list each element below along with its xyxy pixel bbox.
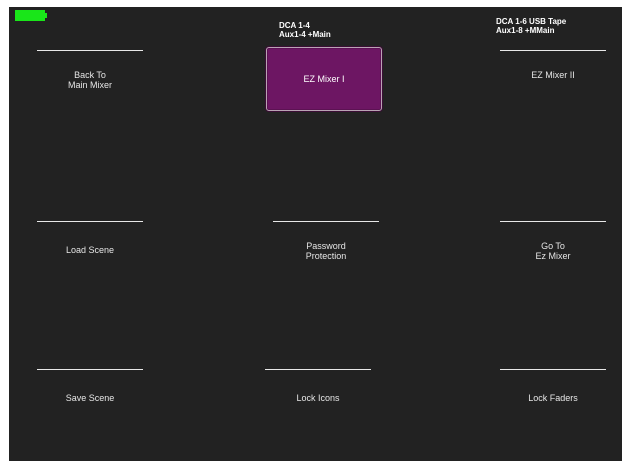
dca-header-right: DCA 1-6 USB Tape Aux1-8 +MMain (496, 17, 566, 35)
save-scene-button[interactable]: Save Scene (37, 369, 143, 419)
button-underline (37, 221, 143, 222)
lock-faders-button[interactable]: Lock Faders (500, 369, 606, 419)
load-scene-button[interactable]: Load Scene (37, 221, 143, 281)
lock-icons-button[interactable]: Lock Icons (265, 369, 371, 419)
dca-header-right-line1: DCA 1-6 USB Tape (496, 17, 567, 26)
dca-header-right-line2: Aux1-8 +MMain (496, 26, 555, 35)
dca-header-center-line2: Aux1-4 +Main (279, 30, 331, 39)
battery-icon (15, 10, 45, 21)
ez-mixer-2-button[interactable]: EZ Mixer II (500, 50, 606, 110)
back-to-main-mixer-button[interactable]: Back To Main Mixer (37, 50, 143, 110)
button-underline (273, 221, 379, 222)
go-to-ez-mixer-button[interactable]: Go To Ez Mixer (500, 221, 606, 281)
password-protection-label: Password Protection (305, 241, 347, 261)
button-underline (500, 50, 606, 51)
lock-icons-label: Lock Icons (296, 393, 340, 403)
button-underline (500, 221, 606, 222)
save-scene-label: Save Scene (65, 393, 115, 403)
mixer-menu-screen: DCA 1-4 Aux1-4 +Main DCA 1-6 USB Tape Au… (9, 7, 622, 461)
button-underline (500, 369, 606, 370)
ez-mixer-1-label: EZ Mixer I (303, 74, 345, 84)
dca-header-center-line1: DCA 1-4 (279, 21, 310, 30)
button-underline (37, 50, 143, 51)
load-scene-label: Load Scene (65, 245, 115, 255)
battery-tip (45, 13, 47, 18)
button-underline (265, 369, 371, 370)
button-underline (37, 369, 143, 370)
go-to-ez-mixer-label: Go To Ez Mixer (535, 241, 571, 261)
dca-header-center: DCA 1-4 Aux1-4 +Main (279, 21, 331, 39)
lock-faders-label: Lock Faders (528, 393, 578, 403)
password-protection-button[interactable]: Password Protection (273, 221, 379, 281)
back-to-main-mixer-label: Back To Main Mixer (67, 70, 112, 90)
ez-mixer-2-label: EZ Mixer II (531, 70, 575, 80)
ez-mixer-1-button[interactable]: EZ Mixer I (266, 47, 382, 111)
